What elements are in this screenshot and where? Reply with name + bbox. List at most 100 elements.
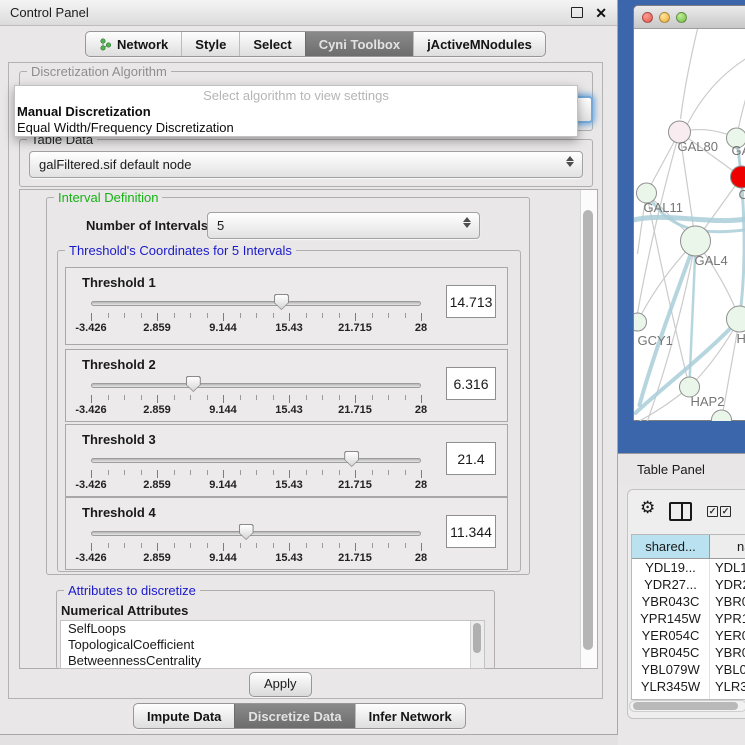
attributes-group: Attributes to discretize Numerical Attri… bbox=[56, 590, 495, 669]
threshold-2-slider-track[interactable] bbox=[91, 383, 421, 388]
interval-definition-label: Interval Definition bbox=[54, 190, 162, 205]
table-row[interactable]: YPR145WYPR1 bbox=[632, 610, 745, 627]
table-row[interactable]: YBR043CYBR0 bbox=[632, 593, 745, 610]
apply-button[interactable]: Apply bbox=[249, 672, 312, 697]
node-label: GAL4 bbox=[695, 253, 728, 268]
column-header-name[interactable]: na bbox=[710, 535, 745, 558]
node-table: shared... na YDL19...YDL1 YDR27...YDR2 Y… bbox=[631, 534, 745, 700]
thresholds-group: Threshold's Coordinates for 5 Intervals … bbox=[57, 250, 521, 572]
tab-cyni-toolbox[interactable]: Cyni Toolbox bbox=[305, 32, 413, 56]
attributes-group-label: Attributes to discretize bbox=[64, 583, 200, 598]
table-row[interactable]: YBR045CYBR0 bbox=[632, 644, 745, 661]
network-edge[interactable] bbox=[739, 89, 745, 128]
table-data-value: galFiltered.sif default node bbox=[39, 157, 191, 172]
close-traffic-light[interactable] bbox=[642, 12, 653, 23]
close-icon[interactable]: ✕ bbox=[595, 6, 607, 20]
network-edge[interactable] bbox=[688, 57, 745, 124]
table-data-combobox[interactable]: galFiltered.sif default node bbox=[29, 151, 583, 178]
control-panel-tabbar: Network Style Select Cyni Toolbox jActiv… bbox=[85, 31, 546, 57]
list-item[interactable]: SelfLoops bbox=[61, 621, 484, 637]
threshold-1-slider-thumb[interactable] bbox=[274, 294, 289, 310]
tab-discretize-data[interactable]: Discretize Data bbox=[234, 704, 354, 728]
threshold-1-value-input[interactable]: 14.713 bbox=[446, 285, 496, 318]
list-item[interactable]: TopologicalCoefficient bbox=[61, 637, 484, 653]
threshold-1-slider-track[interactable] bbox=[91, 301, 421, 306]
network-icon bbox=[99, 38, 112, 51]
discretization-algorithm-label: Discretization Algorithm bbox=[27, 64, 171, 79]
cyni-content-panel: Discretization Algorithm Select algorith… bbox=[8, 62, 603, 699]
table-panel-toolbar-card: ⚙ ✓ ✓ shared... na YDL19...YDL1 YDR27...… bbox=[627, 489, 745, 719]
bottom-tabbar: Impute Data Discretize Data Infer Networ… bbox=[133, 703, 466, 729]
stepper-arrows-icon bbox=[566, 156, 574, 167]
horizontal-scrollbar-thumb[interactable] bbox=[633, 702, 738, 710]
tab-network[interactable]: Network bbox=[86, 32, 181, 56]
gear-icon[interactable]: ⚙ bbox=[640, 499, 655, 517]
threshold-2-panel: Threshold 2 -3.4262.8599.14415.4321.7152… bbox=[65, 349, 508, 422]
tab-select[interactable]: Select bbox=[239, 32, 304, 56]
dropdown-placeholder-item[interactable]: Select algorithm to view settings bbox=[15, 86, 577, 104]
slider-ticks bbox=[91, 395, 421, 403]
float-window-icon[interactable] bbox=[571, 7, 583, 18]
control-panel-titlebar: Control Panel ✕ bbox=[0, 0, 617, 26]
node-gcy1[interactable] bbox=[634, 313, 647, 331]
threshold-1-label: Threshold 1 bbox=[82, 275, 156, 290]
minimize-traffic-light[interactable] bbox=[659, 12, 670, 23]
horizontal-scrollbar[interactable] bbox=[629, 700, 745, 712]
list-scrollbar[interactable] bbox=[470, 621, 484, 668]
node-selected[interactable] bbox=[731, 166, 745, 188]
slider-tick-labels: -3.4262.8599.14415.4321.71528 bbox=[66, 552, 506, 564]
node-gal4[interactable] bbox=[681, 226, 711, 256]
threshold-2-label: Threshold 2 bbox=[82, 357, 156, 372]
tab-infer-network[interactable]: Infer Network bbox=[355, 704, 465, 728]
table-panel-title: Table Panel bbox=[637, 462, 705, 477]
threshold-4-value-input[interactable]: 11.344 bbox=[446, 515, 496, 548]
slider-ticks bbox=[91, 313, 421, 321]
tab-jactivemnodules[interactable]: jActiveMNodules bbox=[413, 32, 545, 56]
number-of-intervals-label: Number of Intervals bbox=[86, 218, 208, 233]
split-columns-icon[interactable] bbox=[669, 502, 692, 521]
algorithm-dropdown-popup: Select algorithm to view settings Manual… bbox=[14, 85, 578, 137]
threshold-4-slider-thumb[interactable] bbox=[239, 524, 254, 540]
thresholds-group-label: Threshold's Coordinates for 5 Intervals bbox=[65, 243, 296, 258]
list-scrollbar-thumb[interactable] bbox=[473, 623, 481, 653]
threshold-3-value-input[interactable]: 21.4 bbox=[446, 442, 496, 475]
vertical-scrollbar[interactable] bbox=[580, 190, 597, 668]
threshold-2-value-input[interactable]: 6.316 bbox=[446, 367, 496, 400]
dropdown-option-manual[interactable]: Manual Discretization bbox=[15, 104, 577, 120]
table-row[interactable]: YDL19...YDL1 bbox=[632, 559, 745, 576]
table-panel-body: ⚙ ✓ ✓ shared... na YDL19...YDL1 YDR27...… bbox=[618, 485, 745, 745]
number-of-intervals-combobox[interactable]: 5 bbox=[207, 212, 480, 239]
checkbox-icon[interactable]: ✓ bbox=[720, 506, 731, 517]
checkbox-icon[interactable]: ✓ bbox=[707, 506, 718, 517]
threshold-3-slider-track[interactable] bbox=[91, 458, 421, 463]
threshold-2-slider-thumb[interactable] bbox=[186, 376, 201, 392]
table-row[interactable]: YER054CYER0 bbox=[632, 627, 745, 644]
screen: Control Panel ✕ Network Style Select Cyn bbox=[0, 0, 745, 745]
table-row[interactable]: YBL079WYBL0 bbox=[632, 661, 745, 678]
table-row[interactable]: YLR345WYLR3 bbox=[632, 678, 745, 695]
threshold-1-panel: Threshold 1 -3.4262.8599.14415.4321.7152… bbox=[65, 267, 508, 345]
node-label: HAP2 bbox=[691, 394, 725, 409]
tab-style[interactable]: Style bbox=[181, 32, 239, 56]
node-bottom[interactable] bbox=[712, 410, 732, 421]
tab-impute-data[interactable]: Impute Data bbox=[134, 704, 234, 728]
dropdown-option-equal-width[interactable]: Equal Width/Frequency Discretization bbox=[15, 120, 577, 136]
threshold-3-label: Threshold 3 bbox=[82, 432, 156, 447]
slider-ticks bbox=[91, 470, 421, 478]
threshold-4-slider-track[interactable] bbox=[91, 531, 421, 536]
network-edge-thick[interactable] bbox=[634, 217, 745, 220]
threshold-3-slider-thumb[interactable] bbox=[344, 451, 359, 467]
zoom-traffic-light[interactable] bbox=[676, 12, 687, 23]
network-view-window: GAL80GACGAL11GAL4GCY1HHAP2 bbox=[633, 5, 745, 421]
table-row[interactable]: YDR27...YDR2 bbox=[632, 576, 745, 593]
network-canvas[interactable]: GAL80GACGAL11GAL4GCY1HHAP2 bbox=[634, 29, 745, 421]
vertical-scrollbar-thumb[interactable] bbox=[583, 210, 593, 650]
threshold-4-label: Threshold 4 bbox=[82, 505, 156, 520]
network-edge-thick[interactable] bbox=[737, 138, 745, 319]
network-edge[interactable] bbox=[681, 29, 698, 119]
control-panel-title: Control Panel bbox=[10, 5, 89, 20]
column-header-shared[interactable]: shared... bbox=[632, 535, 710, 558]
node-label: C bbox=[739, 187, 745, 202]
list-item[interactable]: BetweennessCentrality bbox=[61, 653, 484, 669]
node-label: GAL80 bbox=[678, 139, 718, 154]
